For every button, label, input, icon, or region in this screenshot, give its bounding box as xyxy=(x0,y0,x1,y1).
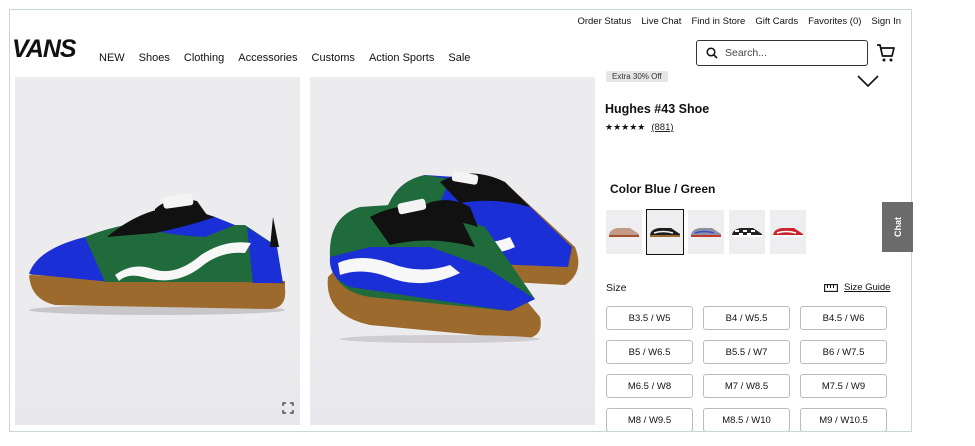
color-label: Color Blue / Green xyxy=(610,182,716,196)
vans-logo[interactable]: VANS xyxy=(12,35,86,68)
nav-clothing[interactable]: Clothing xyxy=(184,52,224,64)
chat-tab-label: Chat xyxy=(892,217,903,237)
order-status-link[interactable]: Order Status xyxy=(577,16,631,27)
size-label: Size xyxy=(606,282,627,294)
sign-in-link[interactable]: Sign In xyxy=(871,16,901,27)
size-button[interactable]: B4.5 / W6 xyxy=(800,306,887,330)
size-button[interactable]: M8 / W9.5 xyxy=(606,408,693,431)
shoe-pair-illustration xyxy=(327,171,579,343)
size-button[interactable]: M8.5 / W10 xyxy=(703,408,790,431)
logo-text: VANS xyxy=(12,35,77,63)
nav-shoes[interactable]: Shoes xyxy=(139,52,170,64)
find-in-store-link[interactable]: Find in Store xyxy=(691,16,745,27)
live-chat-link[interactable]: Live Chat xyxy=(641,16,681,27)
size-button[interactable]: M7.5 / W9 xyxy=(800,374,887,398)
favorite-heart-icon[interactable] xyxy=(856,74,880,93)
cart-icon[interactable] xyxy=(876,43,896,68)
nav-action-sports[interactable]: Action Sports xyxy=(369,52,434,64)
search-icon xyxy=(706,47,718,59)
size-button[interactable]: B5.5 / W7 xyxy=(703,340,790,364)
rating-row: ★★★★★ (881) xyxy=(605,122,674,133)
size-button[interactable]: M6.5 / W8 xyxy=(606,374,693,398)
size-button[interactable]: B6 / W7.5 xyxy=(800,340,887,364)
size-guide-link[interactable]: Size Guide xyxy=(824,282,890,293)
swatch-red[interactable] xyxy=(770,210,806,254)
page-frame: Order Status Live Chat Find in Store Gif… xyxy=(9,9,912,432)
swatch-tan-pink[interactable] xyxy=(606,210,642,254)
swatch-black-gum[interactable] xyxy=(646,209,684,255)
promo-badge: Extra 30% Off xyxy=(606,71,668,82)
nav-sale[interactable]: Sale xyxy=(448,52,470,64)
main-nav: NEW Shoes Clothing Accessories Customs A… xyxy=(99,52,470,64)
size-button[interactable]: M9 / W10.5 xyxy=(800,408,887,431)
size-button[interactable]: B4 / W5.5 xyxy=(703,306,790,330)
ruler-icon xyxy=(824,283,838,292)
search-input[interactable]: Search... xyxy=(696,40,868,66)
product-image-side[interactable] xyxy=(15,77,300,425)
size-button[interactable]: B3.5 / W5 xyxy=(606,306,693,330)
star-rating: ★★★★★ xyxy=(605,122,646,132)
size-guide-text: Size Guide xyxy=(844,282,891,293)
gift-cards-link[interactable]: Gift Cards xyxy=(755,16,798,27)
shoe-side-illustration xyxy=(29,193,286,315)
utility-nav: Order Status Live Chat Find in Store Gif… xyxy=(577,16,901,27)
size-button[interactable]: M7 / W8.5 xyxy=(703,374,790,398)
nav-new[interactable]: NEW xyxy=(99,52,125,64)
review-count-link[interactable]: (881) xyxy=(651,122,673,133)
product-image-pair[interactable] xyxy=(310,77,595,425)
expand-icon[interactable] xyxy=(282,401,294,419)
color-swatches xyxy=(606,209,806,255)
chat-tab[interactable]: Chat xyxy=(882,202,913,252)
size-button[interactable]: B5 / W6.5 xyxy=(606,340,693,364)
nav-accessories[interactable]: Accessories xyxy=(238,52,297,64)
favorites-link[interactable]: Favorites (0) xyxy=(808,16,861,27)
nav-customs[interactable]: Customs xyxy=(312,52,355,64)
size-grid: B3.5 / W5 B4 / W5.5 B4.5 / W6 B5 / W6.5 … xyxy=(606,306,887,431)
swatch-gray-blue[interactable] xyxy=(688,210,724,254)
search-placeholder: Search... xyxy=(725,47,768,59)
swatch-checker[interactable] xyxy=(729,210,765,254)
product-title: Hughes #43 Shoe xyxy=(605,102,710,116)
